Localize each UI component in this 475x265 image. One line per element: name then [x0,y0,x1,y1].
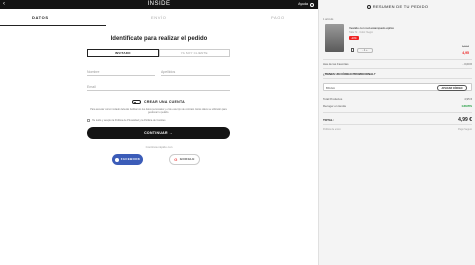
order-summary: RESUMEN DE TU PEDIDO 1 artículo Vestido … [318,0,475,265]
product-image[interactable] [325,24,344,52]
help-label: Ayuda [298,2,308,6]
coupon-value: BIGGA [326,86,335,90]
shipping-value: GRATIS [461,104,472,108]
products-total-value: 4,95 € [464,97,472,101]
step-datos: DATOS [32,15,49,20]
tab-member[interactable]: YA SOY CLIENTE [158,49,230,57]
promo-code-toggle[interactable]: ¿TIENES UN CÓDIGO PROMOCIONAL? [323,72,376,76]
coupon-field[interactable]: BIGGA APLICAR CÓDIGO [323,83,472,91]
old-price: 6,19 € [462,45,469,48]
create-account-row[interactable]: CREAR UNA CUENTA [132,100,185,104]
step-pago: PAGO [271,15,285,20]
email-field[interactable]: Email [87,83,230,91]
product-name[interactable]: Vestido con red estampado épilco [349,26,394,30]
total-label: TOTAL: [323,118,334,122]
item-count: 1 artículo [323,18,334,21]
apply-code-button[interactable]: APLICAR CÓDIGO [437,85,467,91]
divider [323,124,472,125]
favorites-row: Has de las Favoritas - 0,00 € [323,62,472,66]
privacy-label: He leído y acepto la Política de Privaci… [92,119,166,122]
shipping-label: Recoger en tienda [323,104,346,108]
facebook-label: FACEBOOK [120,157,141,161]
divider [323,112,472,113]
total-row: TOTAL: 4,99 € [323,117,472,123]
tab-guest[interactable]: INVITADO [87,49,159,57]
form-title: Identifícate para realizar el pedido [110,36,208,42]
name-field[interactable]: Nombre [87,68,155,76]
top-bar: ‹ INSIDE Ayuda [0,0,318,9]
identification-form: Identifícate para realizar el pedido INV… [0,26,318,265]
surname-field[interactable]: Apellidos [161,68,230,76]
help-icon [310,2,314,7]
secure-payment-label: Pago Seguro [458,128,472,131]
discount-badge: -20% [349,36,359,40]
facebook-icon [114,157,119,162]
products-total-row: Total Productos 4,95 € [323,97,472,101]
summary-title: RESUMEN DE TU PEDIDO [372,4,429,9]
divider [323,59,472,60]
create-account-toggle[interactable] [132,100,141,104]
help-link[interactable]: Ayuda [298,2,314,7]
favorites-label: Has de las Favoritas [323,62,349,66]
total-value: 4,99 € [458,117,472,123]
facebook-button[interactable]: FACEBOOK [112,154,143,165]
google-label: GOOGLE [179,157,195,161]
continue-button[interactable]: CONTINUAR → [87,127,230,139]
brand-logo[interactable]: INSIDE [0,1,318,8]
divider [323,68,472,69]
privacy-checkbox[interactable] [87,119,90,122]
favorites-value: - 0,00 € [462,62,473,66]
divider [323,78,472,79]
sale-price: 4,95 [462,51,469,55]
step-envio: ENVÍO [151,15,167,20]
privacy-row[interactable]: He leído y acepto la Política de Privaci… [87,119,166,122]
customer-type-tabs: INVITADO YA SOY CLIENTE [87,49,230,57]
create-account-label: CREAR UNA CUENTA [144,100,185,104]
product-meta: Talla: M · Color: Negro [349,31,373,34]
summary-header: RESUMEN DE TU PEDIDO [319,4,475,9]
shipping-row: Recoger en tienda GRATIS [323,104,472,108]
google-icon: G [174,157,178,162]
checkout-steps: DATOS ENVÍO PAGO [0,9,318,26]
legal-text: Para acceder como invitado deberás facil… [90,108,227,114]
social-divider: Continúa rápido con [145,145,173,149]
trash-icon[interactable] [351,48,354,52]
summary-footer: Política de envío Pago Seguro [323,128,472,131]
products-total-label: Total Productos [323,97,343,101]
bag-icon [366,4,371,9]
shipping-policy-link[interactable]: Política de envío [323,128,341,131]
quantity-stepper[interactable]: - 1 + [357,48,373,53]
google-button[interactable]: G GOOGLE [169,154,200,165]
